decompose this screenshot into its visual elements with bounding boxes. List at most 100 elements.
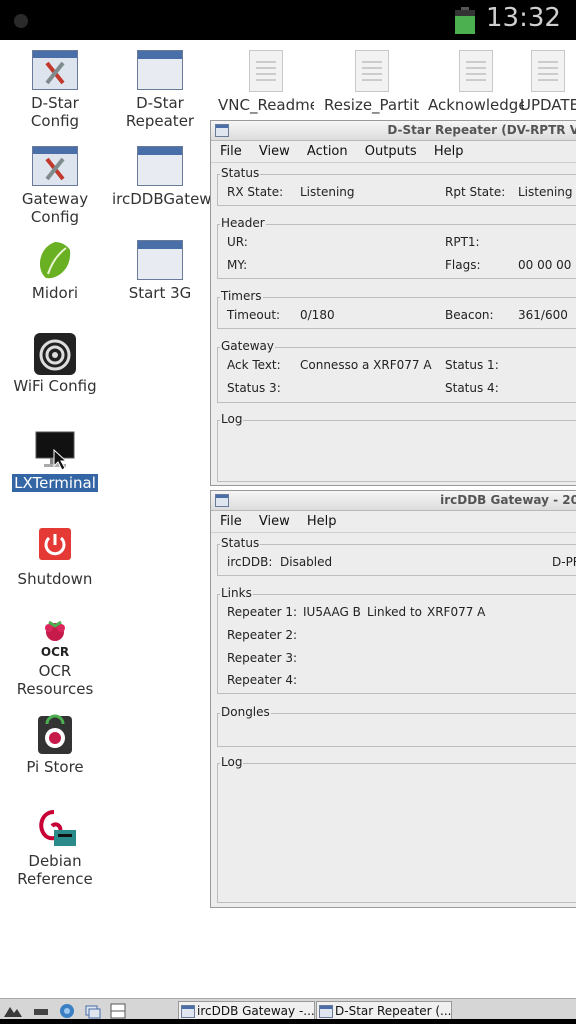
- ircddb-gateway-window[interactable]: ircDDB Gateway - 20 File View Help Statu…: [210, 490, 576, 908]
- desktop-icon-update[interactable]: UPDATE: [520, 50, 576, 114]
- document-icon: [459, 50, 493, 92]
- rx-state-value: Listening: [300, 185, 355, 199]
- wifi-icon: [32, 333, 78, 375]
- start-menu-icon[interactable]: [4, 1003, 22, 1019]
- menu-outputs[interactable]: Outputs: [365, 141, 417, 159]
- desktop-icon-debian-reference[interactable]: Debian Reference: [7, 808, 103, 888]
- window-titlebar[interactable]: ircDDB Gateway - 20: [211, 491, 576, 511]
- window-title: D-Star Repeater (DV-RPTR V: [387, 123, 576, 137]
- desktop-icon-wifi-config[interactable]: WiFi Config: [7, 333, 103, 395]
- desktop-icon-label: Resize_Partition_Readme.txt: [324, 96, 420, 114]
- desktop-icon-label: LXTerminal: [12, 474, 98, 492]
- desktop-icon-dstar-repeater[interactable]: D-Star Repeater: [112, 50, 208, 130]
- menu-file[interactable]: File: [220, 511, 242, 529]
- task-label: ircDDB Gateway -...: [197, 1004, 315, 1018]
- repeater-3-label: Repeater 3:: [227, 651, 298, 665]
- window-icon: [137, 146, 183, 186]
- status-clock: 13:32: [486, 3, 561, 33]
- group-label: Log: [220, 755, 244, 769]
- dongles-group: Dongles: [217, 705, 576, 747]
- window-icon: [319, 1005, 333, 1018]
- menu-help[interactable]: Help: [307, 511, 337, 529]
- rpt-state-value: Listening: [518, 185, 573, 199]
- group-label: Header: [220, 216, 266, 230]
- menu-file[interactable]: File: [220, 141, 242, 159]
- menu-bar: File View Help: [211, 511, 576, 533]
- links-group: Links Repeater 1: IU5AAG B Linked to XRF…: [217, 586, 576, 694]
- desktop-icon-label: Gateway Config: [21, 190, 89, 226]
- beacon-value: 361/600: [518, 308, 568, 322]
- document-icon: [531, 50, 565, 92]
- android-status-bar: 13:32: [0, 0, 576, 40]
- tools-icon: [32, 146, 78, 186]
- midori-leaf-icon: [32, 240, 78, 280]
- document-icon: [249, 50, 283, 92]
- dstar-repeater-window[interactable]: D-Star Repeater (DV-RPTR V File View Act…: [210, 120, 576, 486]
- status3-label: Status 3:: [227, 381, 281, 395]
- group-label: Log: [220, 412, 244, 426]
- web-browser-icon[interactable]: [59, 1003, 75, 1019]
- desktop-icon-lxterminal[interactable]: LXTerminal: [7, 430, 103, 492]
- desktop-icon-ircddbgateway[interactable]: ircDDBGateway: [112, 146, 230, 208]
- desktop-icon-label: D-Star Repeater: [125, 94, 195, 130]
- android-nav-bar: [0, 1019, 576, 1024]
- desktop-icon-vnc-readme[interactable]: VNC_Readme.txt: [218, 50, 314, 114]
- header-group: Header UR: RPT1: MY: Flags: 00 00 00: [217, 216, 576, 279]
- desktop-icon-label: WiFi Config: [13, 377, 97, 395]
- desktop-icon-label: VNC_Readme.txt: [218, 96, 314, 114]
- power-icon: [32, 526, 78, 566]
- task-label: D-Star Repeater (...: [335, 1004, 452, 1018]
- desktop-icon-resize-readme[interactable]: Resize_Partition_Readme.txt: [324, 50, 420, 114]
- status-group: Status RX State: Listening Rpt State: Li…: [217, 166, 576, 206]
- desktop-icon-start-3g[interactable]: Start 3G: [112, 240, 208, 302]
- ircddb-label: ircDDB:: [227, 555, 273, 569]
- ack-text-label: Ack Text:: [227, 358, 281, 372]
- timers-group: Timers Timeout: 0/180 Beacon: 361/600: [217, 289, 576, 329]
- raspberry-icon: OCR: [32, 618, 78, 659]
- ur-label: UR:: [227, 235, 248, 249]
- desktop-icon-ocr-resources[interactable]: OCR OCR Resources: [7, 618, 103, 698]
- desktop-icon-pi-store[interactable]: Pi Store: [7, 714, 103, 776]
- flags-value: 00 00 00: [518, 258, 572, 272]
- desktop-icon-label: OCR Resources: [16, 662, 94, 698]
- group-label: Gateway: [220, 339, 276, 353]
- menu-bar: File View Action Outputs Help: [211, 141, 576, 163]
- desktop-icon-label: Debian Reference: [17, 852, 93, 888]
- group-label: Status: [220, 536, 261, 550]
- my-label: MY:: [227, 258, 248, 272]
- status4-label: Status 4:: [445, 381, 499, 395]
- desktop-icon-dstar-config[interactable]: D-Star Config: [7, 50, 103, 130]
- rpt1-label: RPT1:: [445, 235, 480, 249]
- window-icon: [215, 124, 229, 137]
- timeout-value: 0/180: [300, 308, 335, 322]
- repeater-2-label: Repeater 2:: [227, 628, 298, 642]
- log-group: Log: [217, 412, 576, 482]
- menu-action[interactable]: Action: [307, 141, 348, 159]
- window-icon: [137, 50, 183, 90]
- desktop-icon-shutdown[interactable]: Shutdown: [7, 526, 103, 588]
- desktop-icon-label: Midori: [31, 284, 79, 302]
- desktop-icon-midori[interactable]: Midori: [7, 240, 103, 302]
- dprs-label: D-PR: [552, 555, 576, 569]
- document-icon: [355, 50, 389, 92]
- pi-store-icon: [32, 714, 78, 754]
- repeater-4-label: Repeater 4:: [227, 673, 298, 687]
- repeater-1-linked: Linked to: [367, 605, 423, 619]
- menu-view[interactable]: View: [259, 141, 290, 159]
- menu-help[interactable]: Help: [434, 141, 464, 159]
- window-titlebar[interactable]: D-Star Repeater (DV-RPTR V: [211, 121, 576, 141]
- minimize-all-icon[interactable]: [85, 1003, 101, 1019]
- rx-state-label: RX State:: [227, 185, 284, 199]
- desktop-pager-icon[interactable]: [110, 1003, 126, 1019]
- desktop-icon-acknowledgements[interactable]: Acknowledgements.txt: [428, 50, 524, 114]
- menu-view[interactable]: View: [259, 511, 290, 529]
- desktop-icon-gateway-config[interactable]: Gateway Config: [7, 146, 103, 226]
- window-title: ircDDB Gateway - 20: [440, 493, 576, 507]
- debian-icon: [32, 808, 78, 848]
- file-manager-icon[interactable]: [33, 1003, 49, 1019]
- timeout-label: Timeout:: [227, 308, 281, 322]
- desktop-icon-label: Shutdown: [17, 570, 93, 588]
- status1-label: Status 1:: [445, 358, 499, 372]
- group-label: Dongles: [220, 705, 271, 719]
- monitor-icon: [32, 430, 78, 471]
